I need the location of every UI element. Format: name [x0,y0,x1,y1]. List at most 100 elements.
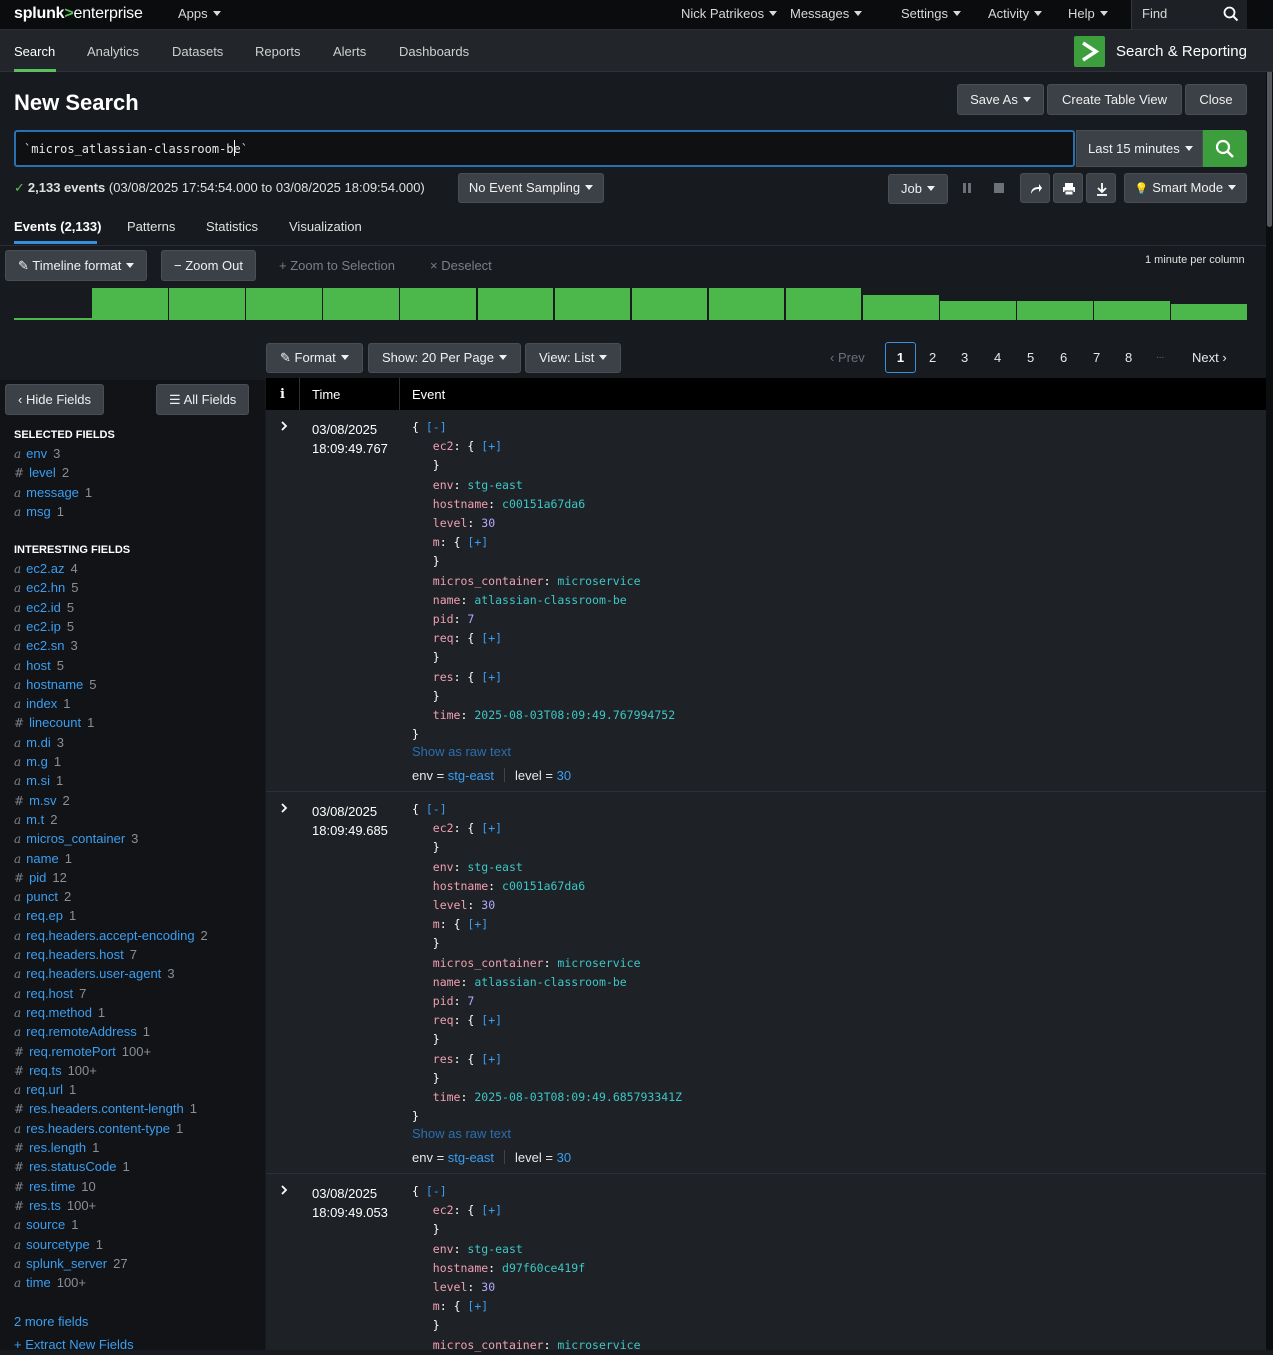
field-item[interactable]: # level 2 [14,465,69,480]
page-scrollbar[interactable] [1266,0,1273,1350]
field-name[interactable]: req.host [26,986,73,1001]
event-column-header[interactable]: Event [412,387,445,402]
more-fields-link[interactable]: 2 more fields [14,1314,88,1329]
field-item[interactable]: a req.host 7 [14,986,86,1001]
json-env-value[interactable]: stg-east [467,1242,522,1256]
json-container-value[interactable]: microservice [557,574,640,588]
field-item[interactable]: a m.di 3 [14,735,64,750]
env-field-value[interactable]: stg-east [448,768,494,783]
expand-toggle[interactable]: [+] [481,439,502,453]
expand-chevron-icon[interactable] [279,802,289,814]
deselect-button[interactable]: × Deselect [430,258,492,273]
time-range-picker[interactable]: Last 15 minutes [1076,130,1203,167]
field-item[interactable]: a ec2.hn 5 [14,580,78,595]
nav-tab-dashboards[interactable]: Dashboards [399,44,469,59]
field-name[interactable]: name [26,851,59,866]
expand-toggle[interactable]: [+] [481,631,502,645]
field-name[interactable]: level [29,465,56,480]
field-name[interactable]: m.si [26,773,50,788]
field-item[interactable]: a punct 2 [14,889,71,904]
field-item[interactable]: a msg 1 [14,504,64,519]
timeline-format-button[interactable]: ✎ Timeline format [5,250,148,281]
collapse-toggle[interactable]: [-] [426,802,447,816]
field-name[interactable]: req.headers.host [26,947,124,962]
field-name[interactable]: ec2.ip [26,619,61,634]
field-name[interactable]: req.remotePort [29,1044,116,1059]
field-item[interactable]: a host 5 [14,658,64,673]
field-item[interactable]: # req.remotePort 100+ [14,1044,151,1059]
field-item[interactable]: # req.ts 100+ [14,1063,97,1078]
field-item[interactable]: # res.statusCode 1 [14,1159,130,1174]
timeline-bar[interactable] [940,301,1016,320]
field-name[interactable]: linecount [29,715,81,730]
field-name[interactable]: res.ts [29,1198,61,1213]
share-button[interactable] [1020,173,1050,203]
field-name[interactable]: ec2.hn [26,580,65,595]
timeline-bar[interactable] [323,288,399,320]
field-name[interactable]: req.remoteAddress [26,1024,137,1039]
field-name[interactable]: punct [26,889,58,904]
field-item[interactable]: a hostname 5 [14,677,96,692]
timeline-bar[interactable] [1094,301,1170,320]
job-menu-button[interactable]: Job [888,174,948,204]
tab-patterns[interactable]: Patterns [127,219,175,234]
messages-menu[interactable]: Messages [790,6,863,21]
expand-toggle[interactable]: [+] [481,1052,502,1066]
print-button[interactable] [1053,173,1083,203]
collapse-toggle[interactable]: [-] [426,420,447,434]
save-as-button[interactable]: Save As [957,84,1044,115]
field-item[interactable]: a req.ep 1 [14,908,76,923]
field-item[interactable]: a message 1 [14,485,92,500]
field-name[interactable]: time [26,1275,51,1290]
expand-chevron-icon[interactable] [279,420,289,432]
pause-button[interactable] [952,173,982,203]
field-item[interactable]: a ec2.id 5 [14,600,74,615]
search-query-input[interactable]: `micros_atlassian-classroom-be` [14,130,1075,167]
tab-statistics[interactable]: Statistics [206,219,258,234]
json-level-value[interactable]: 30 [481,898,495,912]
field-name[interactable]: ec2.sn [26,638,64,653]
settings-menu[interactable]: Settings [901,6,961,21]
field-item[interactable]: # res.length 1 [14,1140,99,1155]
json-level-value[interactable]: 30 [481,516,495,530]
field-item[interactable]: a ec2.az 4 [14,561,78,576]
json-name-value[interactable]: atlassian-classroom-be [474,975,626,989]
timeline-bar[interactable] [400,288,476,320]
field-item[interactable]: # res.ts 100+ [14,1198,96,1213]
zoom-to-selection-button[interactable]: + Zoom to Selection [279,258,395,273]
zoom-out-button[interactable]: − Zoom Out [161,250,257,281]
export-button[interactable] [1086,173,1116,203]
tab-events[interactable]: Events (2,133) [14,219,101,234]
all-fields-button[interactable]: ☰ All Fields [156,384,250,415]
field-name[interactable]: ec2.az [26,561,64,576]
json-level-value[interactable]: 30 [481,1280,495,1294]
nav-tab-analytics[interactable]: Analytics [87,44,139,59]
field-item[interactable]: a res.headers.content-type 1 [14,1121,183,1136]
field-item[interactable]: a req.remoteAddress 1 [14,1024,150,1039]
timeline-bar[interactable] [246,288,322,320]
create-table-view-button[interactable]: Create Table View [1047,84,1182,115]
json-pid-value[interactable]: 7 [467,612,474,626]
field-item[interactable]: a req.method 1 [14,1005,105,1020]
expand-toggle[interactable]: [+] [481,1203,502,1217]
field-name[interactable]: message [26,485,79,500]
expand-toggle[interactable]: [+] [467,535,488,549]
timeline-bar[interactable] [863,295,939,320]
find-input[interactable]: Find [1131,0,1247,29]
timeline-bar[interactable] [631,288,708,320]
nav-tab-datasets[interactable]: Datasets [172,44,223,59]
field-name[interactable]: micros_container [26,831,125,846]
field-name[interactable]: env [26,446,47,461]
page-7-button[interactable]: 7 [1093,350,1100,365]
page-1-button[interactable]: 1 [885,342,916,373]
field-name[interactable]: splunk_server [26,1256,107,1271]
page-4-button[interactable]: 4 [994,350,1001,365]
field-item[interactable]: # linecount 1 [14,715,94,730]
page-8-button[interactable]: 8 [1125,350,1132,365]
json-name-value[interactable]: atlassian-classroom-be [474,593,626,607]
user-menu[interactable]: Nick Patrikeos [681,6,778,21]
prev-page-button[interactable]: ‹ Prev [830,350,865,365]
field-name[interactable]: pid [29,870,46,885]
next-page-button[interactable]: Next › [1192,350,1227,365]
event-sampling-dropdown[interactable]: No Event Sampling [458,173,604,203]
